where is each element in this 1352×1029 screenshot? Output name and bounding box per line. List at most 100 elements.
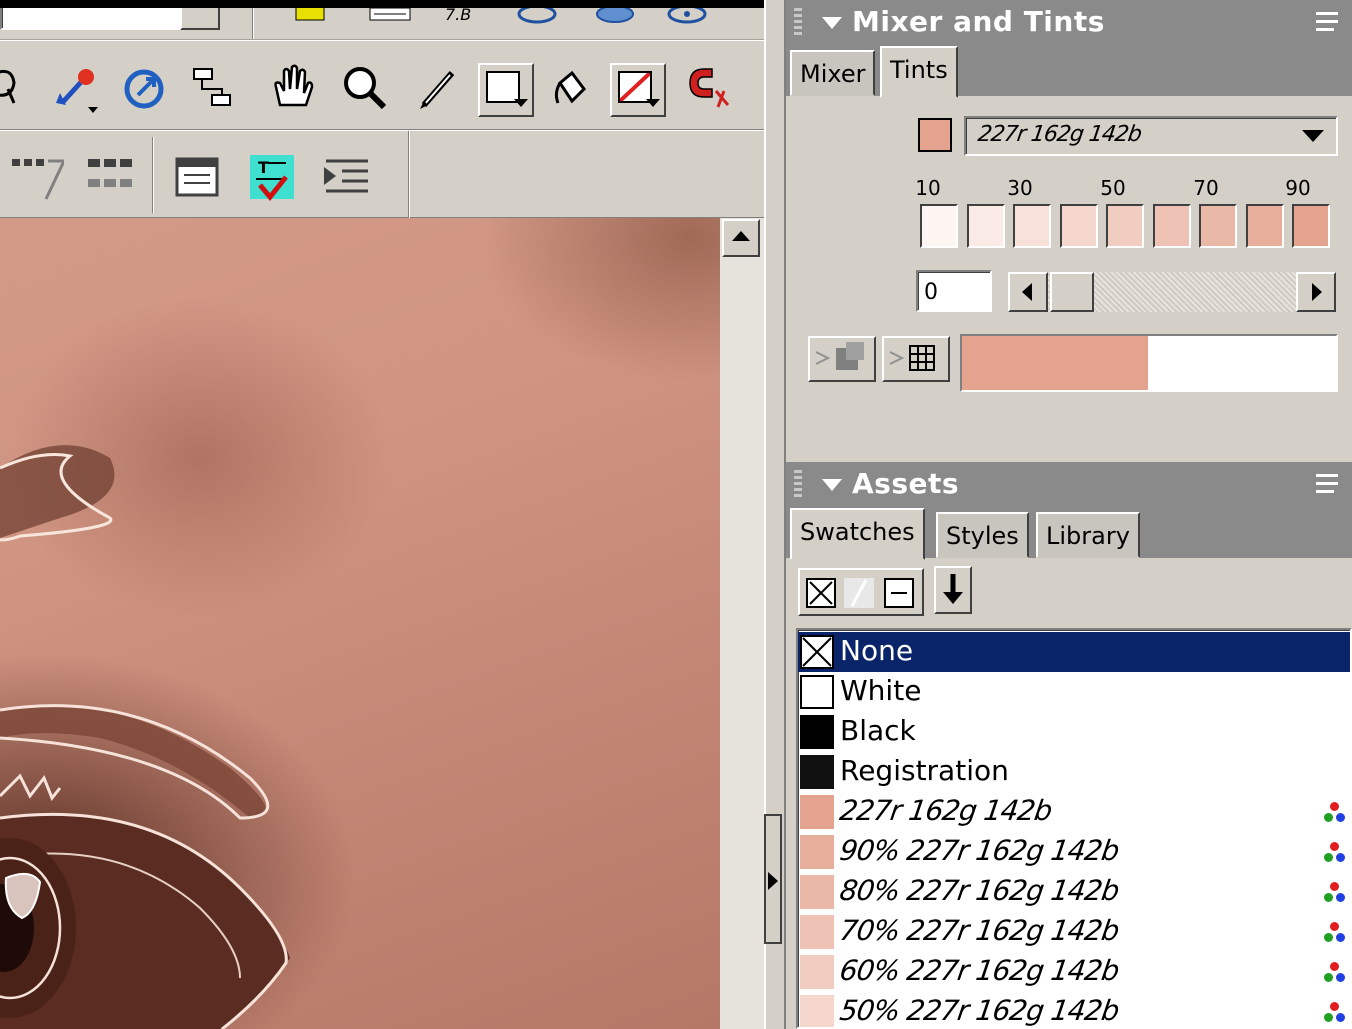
collapse-triangle-icon[interactable] (822, 17, 842, 29)
tint-swatch[interactable] (1059, 204, 1098, 248)
tools-toolbar (0, 40, 764, 130)
base-color-chip (918, 118, 952, 152)
stroke-color-icon[interactable] (478, 63, 534, 117)
swatch-list[interactable]: None White Black Registration 227r 162g 142b… (796, 628, 1352, 1029)
swatch-label: None (840, 634, 914, 667)
toolbar-separator (152, 137, 154, 213)
fill-color-icon[interactable] (610, 63, 666, 117)
partial-toolbar-icon[interactable] (590, 8, 640, 26)
text-toolbar: T (0, 130, 764, 219)
tint-swatch[interactable] (1152, 204, 1191, 248)
show-spot-icon[interactable] (884, 578, 914, 608)
swatch-list-item[interactable]: Registration (798, 752, 1350, 792)
partial-toolbar-icon[interactable]: 7.B (440, 8, 490, 26)
swatch-list-item[interactable]: 70% 227r 162g 142b (798, 912, 1350, 952)
swatch-list-item[interactable]: None (798, 632, 1350, 672)
tab-library[interactable]: Library (1036, 512, 1140, 558)
tint-swatch[interactable] (966, 204, 1005, 248)
table-tool-icon[interactable] (84, 153, 140, 203)
base-color-dropdown[interactable]: 227r 162g 142b (964, 116, 1338, 156)
eyedropper-tool-icon[interactable] (52, 63, 104, 115)
rgb-color-mode-icon (1324, 842, 1346, 864)
swatch-label: 227r 162g 142b (837, 794, 1054, 827)
partial-dropdown-field[interactable] (0, 8, 180, 30)
tint-swatch[interactable] (1292, 204, 1330, 248)
magnet-tool-icon[interactable] (680, 61, 736, 117)
text-tool-icon[interactable] (8, 153, 64, 203)
hand-tool-icon[interactable] (266, 61, 320, 115)
swatch-color-chip (800, 715, 834, 749)
swatch-list-item[interactable]: 80% 227r 162g 142b (798, 872, 1350, 912)
mixer-panel-title: Mixer and Tints (852, 5, 1105, 38)
swatch-list-item[interactable]: White (798, 672, 1350, 712)
chevron-down-icon (646, 99, 660, 107)
add-to-swatches-button[interactable] (808, 336, 876, 382)
panel-options-menu-icon[interactable] (1316, 8, 1346, 38)
partial-toolbar-icon[interactable] (366, 8, 414, 26)
partial-toolbar-icon[interactable] (662, 8, 712, 26)
tint-slider-thumb[interactable] (1050, 272, 1094, 312)
sort-swatches-button[interactable] (934, 566, 972, 614)
tint-percent-input[interactable]: 0 (916, 270, 992, 312)
swatch-list-item[interactable]: Black (798, 712, 1350, 752)
tint-scale-label: 50 (1100, 176, 1126, 200)
swatch-list-item[interactable]: 60% 227r 162g 142b (798, 952, 1350, 992)
canvas-vertical-scrollbar[interactable] (720, 218, 764, 1029)
swatch-list-item[interactable]: 90% 227r 162g 142b (798, 832, 1350, 872)
partial-toolbar-icon[interactable] (512, 8, 562, 26)
tab-swatches[interactable]: Swatches (790, 508, 925, 560)
tints-panel-body: 227r 162g 142b 10 30 50 70 90 0 (786, 96, 1352, 462)
swatch-label: 90% 227r 162g 142b (837, 834, 1121, 867)
tint-scale-label: 90 (1285, 176, 1311, 200)
tab-styles[interactable]: Styles (936, 512, 1029, 558)
slider-right-button[interactable] (1296, 272, 1336, 312)
swatch-color-chip (800, 915, 834, 949)
tint-swatch[interactable] (920, 204, 958, 248)
document-canvas[interactable] (0, 218, 720, 1029)
color-preview (960, 334, 1338, 392)
tint-swatch[interactable] (1199, 204, 1237, 248)
assets-panel-header[interactable]: Assets (786, 462, 1352, 508)
swatch-label: White (840, 674, 922, 707)
tint-swatch[interactable] (1106, 204, 1144, 248)
tab-mixer[interactable]: Mixer (790, 50, 876, 96)
tint-swatch[interactable] (1013, 204, 1051, 248)
link-tool-icon[interactable] (120, 63, 170, 113)
swatch-label: 80% 227r 162g 142b (837, 874, 1121, 907)
panel-collapse-handle[interactable] (764, 814, 782, 944)
show-all-icon[interactable] (806, 578, 836, 608)
zoom-tool-icon[interactable] (338, 61, 392, 115)
flow-tool-icon[interactable] (188, 63, 238, 113)
new-color-preview (962, 336, 1148, 390)
panel-grip-icon[interactable] (794, 470, 802, 500)
top-toolbar-strip: 7.B (0, 8, 764, 40)
swatch-color-chip (800, 835, 834, 869)
indent-icon[interactable] (320, 153, 374, 203)
collapse-triangle-icon[interactable] (822, 479, 842, 491)
swatch-label: 60% 227r 162g 142b (837, 954, 1121, 987)
pencil-tool-icon[interactable] (414, 63, 462, 113)
swatch-list-item[interactable]: 227r 162g 142b (798, 792, 1350, 832)
swatch-filter-group (798, 568, 924, 616)
tint-percent-value: 0 (924, 280, 938, 305)
panel-options-menu-icon[interactable] (1316, 470, 1346, 500)
tint-scale-label: 10 (915, 176, 941, 200)
partial-toolbar-icon[interactable] (292, 8, 332, 26)
show-process-icon[interactable] (844, 578, 874, 608)
scroll-up-button[interactable] (722, 219, 760, 257)
partial-dropdown-button[interactable] (180, 8, 220, 30)
add-tints-to-swatches-button[interactable] (882, 336, 950, 382)
old-color-preview (1148, 336, 1336, 390)
tab-tints[interactable]: Tints (880, 46, 958, 98)
lasso-tool-icon[interactable] (0, 63, 22, 109)
text-box-icon[interactable] (172, 153, 222, 203)
rgb-color-mode-icon (1324, 922, 1346, 944)
rgb-color-mode-icon (1324, 882, 1346, 904)
panel-grip-icon[interactable] (794, 8, 802, 38)
spellcheck-icon[interactable]: T (246, 151, 298, 205)
swatch-list-item[interactable]: 50% 227r 162g 142b (798, 992, 1350, 1027)
mixer-panel-header[interactable]: Mixer and Tints (786, 0, 1352, 46)
slider-left-button[interactable] (1008, 272, 1048, 312)
tint-swatch[interactable] (1245, 204, 1284, 248)
paint-bucket-icon[interactable] (544, 63, 598, 117)
